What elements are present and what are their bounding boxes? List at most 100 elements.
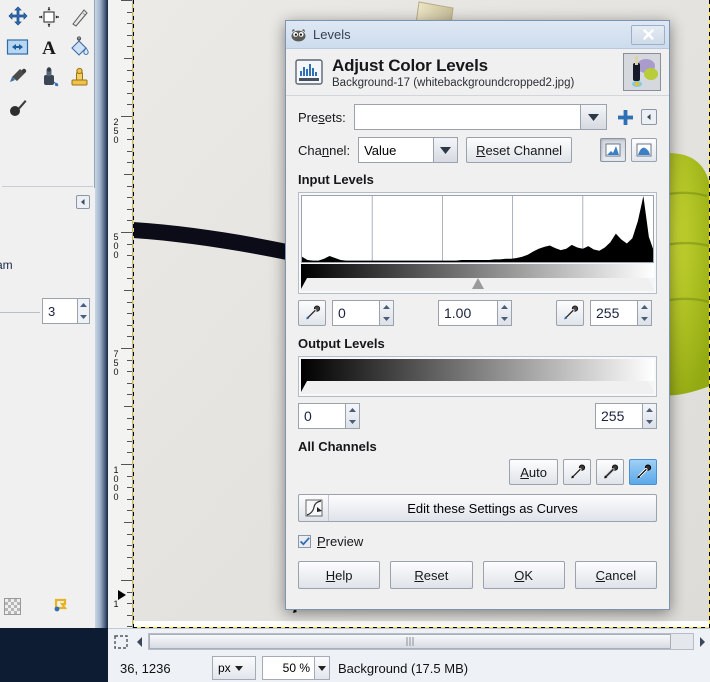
auto-button[interactable]: Auto bbox=[509, 459, 558, 485]
output-low-value[interactable]: 0 bbox=[298, 403, 345, 429]
collapse-panel-button[interactable] bbox=[76, 195, 90, 209]
input-low-value[interactable]: 0 bbox=[332, 300, 379, 326]
ok-button[interactable]: OK bbox=[482, 561, 565, 589]
edit-as-curves-button[interactable]: Edit these Settings as Curves bbox=[298, 494, 657, 522]
spinner-up-icon[interactable] bbox=[346, 404, 359, 416]
spinner-up-icon[interactable] bbox=[638, 301, 651, 313]
input-gamma-arrows[interactable] bbox=[497, 300, 512, 326]
dialog-heading: Adjust Color Levels bbox=[332, 55, 488, 75]
input-low-arrows[interactable] bbox=[379, 300, 394, 326]
pattern-swatch[interactable] bbox=[4, 598, 21, 615]
text-tool[interactable]: A bbox=[33, 32, 64, 62]
smudge-tool[interactable] bbox=[2, 92, 33, 122]
spinner-up-icon[interactable] bbox=[78, 299, 89, 311]
all-pick-gray-point-icon[interactable] bbox=[596, 459, 624, 485]
pick-black-point-icon[interactable] bbox=[298, 300, 326, 326]
ruler-tick bbox=[127, 557, 132, 558]
preview-row[interactable]: Preview bbox=[298, 534, 657, 549]
input-gamma-spinner[interactable]: 1.00 bbox=[438, 300, 512, 326]
cancel-button[interactable]: Cancel bbox=[574, 561, 657, 589]
chevron-down-icon bbox=[234, 665, 243, 671]
scroll-left-button[interactable] bbox=[132, 636, 148, 647]
presets-combobox[interactable] bbox=[353, 104, 607, 130]
ink-tool[interactable] bbox=[33, 62, 64, 92]
output-low-arrows[interactable] bbox=[345, 403, 360, 429]
bucket-fill-tool[interactable] bbox=[64, 32, 95, 62]
help-button[interactable]: Help bbox=[298, 561, 381, 589]
zoom-chevron-down-icon[interactable] bbox=[314, 656, 330, 680]
airbrush-tool[interactable] bbox=[2, 62, 33, 92]
output-high-arrows[interactable] bbox=[642, 403, 657, 429]
ruler-tick bbox=[127, 267, 132, 268]
histogram-logarithmic-button[interactable] bbox=[631, 138, 657, 162]
path-tool[interactable] bbox=[64, 2, 95, 32]
histogram-linear-button[interactable] bbox=[600, 138, 626, 162]
channel-value[interactable]: Value bbox=[359, 138, 433, 162]
input-high-value[interactable]: 255 bbox=[590, 300, 637, 326]
tool-options-spinner[interactable]: 3 bbox=[42, 298, 90, 324]
output-high-spinner[interactable]: 255 bbox=[595, 403, 657, 429]
input-white-point-handle[interactable] bbox=[648, 278, 654, 289]
output-white-point-handle[interactable] bbox=[648, 381, 654, 392]
spinner-down-icon[interactable] bbox=[498, 313, 511, 325]
all-pick-black-point-icon[interactable] bbox=[563, 459, 591, 485]
channel-combobox[interactable]: Value bbox=[358, 137, 459, 163]
zoom-value[interactable]: 50 % bbox=[262, 656, 314, 680]
channel-chevron-down-icon[interactable] bbox=[433, 138, 458, 162]
input-gradient-bar[interactable] bbox=[301, 264, 654, 278]
quickmask-toggle-icon[interactable] bbox=[110, 631, 132, 653]
reset-button[interactable]: Reset bbox=[390, 561, 473, 589]
add-preset-icon[interactable] bbox=[615, 109, 635, 125]
ruler-tick bbox=[127, 545, 132, 546]
all-pick-white-point-icon[interactable] bbox=[629, 459, 657, 485]
horizontal-scrollbar-row[interactable] bbox=[108, 628, 710, 654]
tool-options-value[interactable]: 3 bbox=[42, 298, 77, 324]
vertical-ruler[interactable]: 250 500 750 1000 1 bbox=[108, 0, 133, 628]
presets-input[interactable] bbox=[354, 105, 580, 129]
input-levels-frame bbox=[298, 192, 657, 294]
output-low-spinner[interactable]: 0 bbox=[298, 403, 360, 429]
spinner-down-icon[interactable] bbox=[638, 313, 651, 325]
spinner-up-icon[interactable] bbox=[380, 301, 393, 313]
preview-checkbox[interactable] bbox=[298, 535, 311, 548]
zoom-selector[interactable]: 50 % bbox=[262, 656, 330, 680]
clone-tool[interactable] bbox=[64, 62, 95, 92]
input-black-point-handle[interactable] bbox=[301, 278, 307, 289]
histogram-plot[interactable] bbox=[301, 195, 654, 263]
input-high-spinner[interactable]: 255 bbox=[590, 300, 652, 326]
spinner-up-icon[interactable] bbox=[498, 301, 511, 313]
input-gamma-handle[interactable] bbox=[471, 278, 484, 289]
horizontal-scrollbar-thumb[interactable] bbox=[149, 634, 672, 649]
move-tool[interactable] bbox=[2, 2, 33, 32]
ruler-tick bbox=[127, 534, 132, 535]
output-gradient-bar[interactable] bbox=[301, 359, 654, 381]
flip-tool[interactable] bbox=[2, 32, 33, 62]
output-black-point-handle[interactable] bbox=[301, 381, 307, 392]
pick-white-point-icon[interactable] bbox=[556, 300, 584, 326]
ruler-tick bbox=[124, 290, 132, 291]
spinner-up-icon[interactable] bbox=[643, 404, 656, 416]
ruler-tick bbox=[127, 81, 132, 82]
ruler-tick bbox=[121, 232, 132, 233]
unit-selector[interactable]: px bbox=[212, 656, 256, 680]
presets-chevron-down-icon[interactable] bbox=[580, 105, 606, 129]
horizontal-scrollbar-track[interactable] bbox=[148, 633, 694, 650]
reset-colors-icon[interactable] bbox=[52, 596, 70, 617]
reset-channel-button[interactable]: Reset Channel bbox=[466, 137, 573, 163]
close-icon[interactable] bbox=[631, 24, 665, 45]
ruler-label: 1 bbox=[113, 599, 119, 609]
input-gamma-value[interactable]: 1.00 bbox=[438, 300, 497, 326]
spinner-down-icon[interactable] bbox=[78, 311, 89, 323]
tool-options-spinner-arrows[interactable] bbox=[77, 298, 90, 324]
align-tool[interactable] bbox=[33, 2, 64, 32]
ruler-tick bbox=[127, 592, 132, 593]
input-low-spinner[interactable]: 0 bbox=[332, 300, 394, 326]
scroll-right-button[interactable] bbox=[694, 636, 710, 647]
spinner-down-icon[interactable] bbox=[380, 313, 393, 325]
input-high-arrows[interactable] bbox=[637, 300, 652, 326]
presets-menu-icon[interactable] bbox=[641, 109, 657, 125]
output-high-value[interactable]: 255 bbox=[595, 403, 642, 429]
dialog-title-bar[interactable]: Levels bbox=[286, 21, 669, 49]
spinner-down-icon[interactable] bbox=[346, 416, 359, 428]
spinner-down-icon[interactable] bbox=[643, 416, 656, 428]
